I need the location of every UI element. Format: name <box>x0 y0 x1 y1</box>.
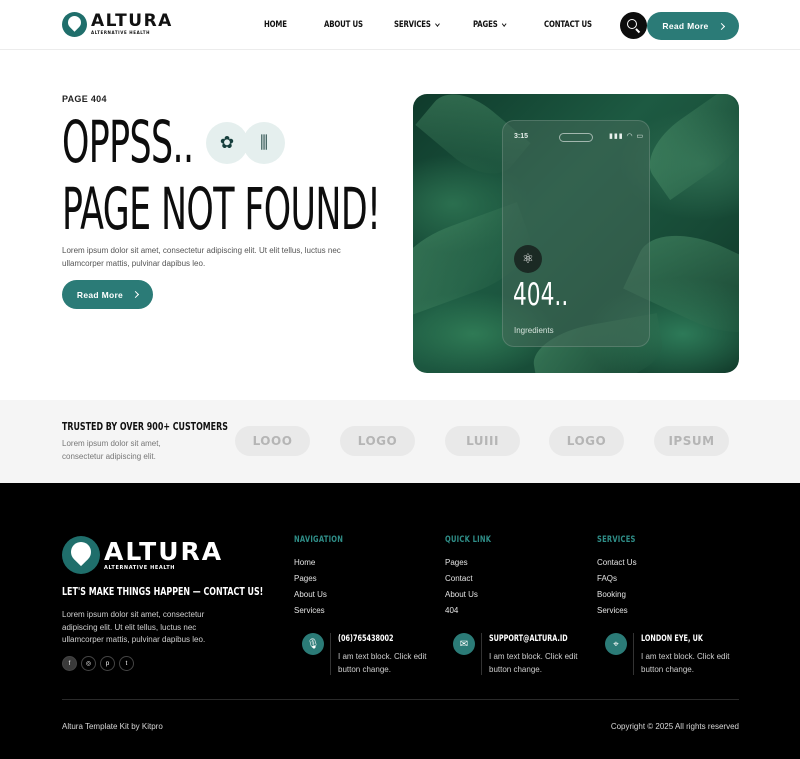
chevron-down-icon <box>434 20 440 27</box>
footer-logo[interactable]: ALTURA ALTERNATIVE HEALTH <box>62 536 223 574</box>
hero-read-more-button[interactable]: Read More <box>62 280 153 309</box>
headline-page-not-found: PAGE NOT FOUND! <box>62 175 381 243</box>
footer-link[interactable]: Pages <box>445 555 507 571</box>
leaf-logo-icon <box>62 536 100 574</box>
footer-brand-sub: ALTERNATIVE HEALTH <box>104 564 176 571</box>
partner-logo: LOGO <box>340 426 415 456</box>
contact-text: I am text block. Click edit button chang… <box>338 652 427 674</box>
footer-col-title: NAVIGATION <box>294 535 344 545</box>
hero-description: Lorem ipsum dolor sit amet, consectetur … <box>62 246 341 268</box>
facebook-icon[interactable]: f <box>62 656 77 671</box>
footer-link[interactable]: FAQs <box>597 571 649 587</box>
trusted-title: TRUSTED BY OVER 900+ CUSTOMERS <box>62 420 228 433</box>
partner-logo: LOOO <box>235 426 310 456</box>
footer-link[interactable]: Booking <box>597 587 649 603</box>
site-header: ALTURA ALTERNATIVE HEALTH HOME ABOUT US … <box>0 0 800 50</box>
status-icons: ▮▮▮ ◠ ▭ <box>609 133 645 140</box>
footer-col-services: SERVICES Contact Us FAQs Booking Service… <box>597 535 649 619</box>
trusted-section: TRUSTED BY OVER 900+ CUSTOMERS Lorem ips… <box>0 400 800 483</box>
contact-title[interactable]: (06)765438002 <box>338 634 394 644</box>
phone-caption: Ingredients <box>514 326 554 335</box>
contact-text: I am text block. Click edit button chang… <box>641 652 730 674</box>
partner-logo: LUIII <box>445 426 520 456</box>
header-read-more-button[interactable]: Read More <box>647 12 739 40</box>
footer-divider <box>62 699 739 700</box>
footer-link[interactable]: Contact <box>445 571 507 587</box>
partner-logo: IPSUM <box>654 426 729 456</box>
twitter-icon[interactable]: t <box>119 656 134 671</box>
hero-leaves-image: 3:15 ▮▮▮ ◠ ▭ ⚛ 404.. Ingredients <box>413 94 739 373</box>
footer-tagline: LET'S MAKE THINGS HAPPEN — CONTACT US! <box>62 585 264 598</box>
footer-col-navigation: NAVIGATION Home Pages About Us Services <box>294 535 360 619</box>
footer-link[interactable]: Contact Us <box>597 555 649 571</box>
site-footer: ALTURA ALTERNATIVE HEALTH LET'S MAKE THI… <box>0 483 800 759</box>
footer-brand-name: ALTURA <box>104 536 224 566</box>
headline-oppss: OPPSS.. <box>62 108 194 176</box>
footer-link[interactable]: Pages <box>294 571 360 587</box>
footer-link[interactable]: Home <box>294 555 360 571</box>
location-pin-icon: ⌖ <box>605 633 627 655</box>
partner-logo: LOGO <box>549 426 624 456</box>
footer-link[interactable]: About Us <box>445 587 507 603</box>
phone-time: 3:15 <box>514 133 529 140</box>
nav-contact-us[interactable]: CONTACT US <box>544 20 592 30</box>
contact-title[interactable]: SUPPORT@ALTURA.ID <box>489 634 568 644</box>
flower-icon: ✿ <box>206 122 248 164</box>
pinterest-icon[interactable]: p <box>100 656 115 671</box>
footer-link[interactable]: 404 <box>445 603 507 619</box>
footer-copyright: Copyright © 2025 All rights reserved <box>610 722 739 731</box>
nav-home[interactable]: HOME <box>264 20 287 30</box>
contact-text: I am text block. Click edit button chang… <box>489 652 578 674</box>
footer-col-quick-link: QUICK LINK Pages Contact About Us 404 <box>445 535 507 619</box>
page-eyebrow: PAGE 404 <box>62 94 107 104</box>
footer-credit: Altura Template Kit by Kitpro <box>62 722 163 731</box>
phone-mockup: 3:15 ▮▮▮ ◠ ▭ ⚛ 404.. Ingredients <box>502 120 650 347</box>
mail-icon: ✉ <box>453 633 475 655</box>
footer-link[interactable]: About Us <box>294 587 360 603</box>
footer-link[interactable]: Services <box>294 603 360 619</box>
footer-col-title: QUICK LINK <box>445 535 492 545</box>
nav-pages[interactable]: PAGES <box>473 20 507 30</box>
trusted-text: Lorem ipsum dolor sit amet, consectetur … <box>62 439 161 461</box>
chevron-down-icon <box>501 20 507 27</box>
bamboo-icon: ⫼ <box>243 122 285 164</box>
instagram-icon[interactable]: ◎ <box>81 656 96 671</box>
chevron-right-icon <box>717 22 725 30</box>
dynamic-island <box>559 133 593 142</box>
microphone-icon: 🎙 <box>302 633 324 655</box>
footer-link[interactable]: Services <box>597 603 649 619</box>
footer-description: Lorem ipsum dolor sit amet, consectetur … <box>62 610 206 644</box>
atom-icon: ⚛ <box>514 245 542 273</box>
footer-col-title: SERVICES <box>597 535 636 545</box>
chevron-right-icon <box>132 290 140 299</box>
search-button[interactable] <box>620 12 647 39</box>
nav-services[interactable]: SERVICES <box>394 20 440 30</box>
phone-404-text: 404.. <box>513 277 569 313</box>
contact-title[interactable]: LONDON EYE, UK <box>641 634 703 644</box>
social-links: f ◎ p t <box>62 656 134 671</box>
nav-about-us[interactable]: ABOUT US <box>324 20 363 30</box>
